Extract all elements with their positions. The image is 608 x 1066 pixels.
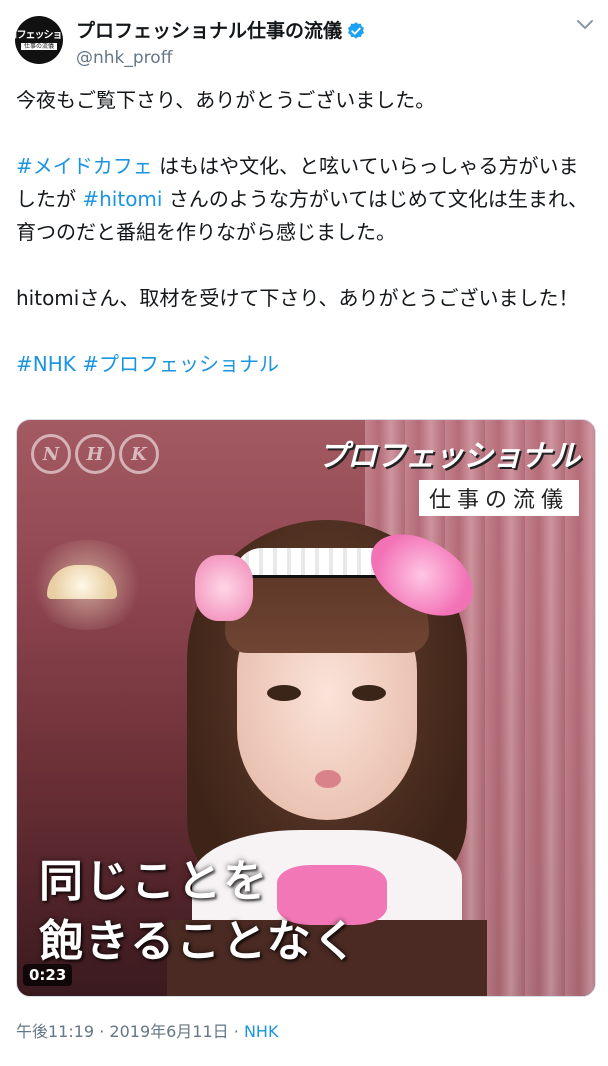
tweet-hashtags: #NHK #プロフェッショナル — [16, 348, 594, 381]
avatar-logo-bottom: 仕事の流儀 — [20, 43, 57, 50]
program-subtitle: 仕事の流儀 — [418, 480, 579, 516]
display-name[interactable]: プロフェッショナル仕事の流儀 — [76, 19, 342, 43]
meta-separator: · — [99, 1022, 105, 1041]
hashtag-professional[interactable]: #プロフェッショナル — [82, 352, 279, 376]
avatar[interactable]: プロフェッショナル 仕事の流儀 — [15, 16, 63, 64]
avatar-logo-top: プロフェッショナル — [15, 30, 63, 41]
tweet-paragraph-2: #メイドカフェ はもはや文化、と呟いていらっしゃる方がいましたが #hitomi… — [16, 150, 594, 249]
tweet-paragraph-1: 今夜もご覧下さり、ありがとうございました。 — [16, 88, 436, 112]
tweet-time[interactable]: 午後11:19 — [16, 1022, 94, 1041]
hashtag-nhk[interactable]: #NHK — [16, 352, 76, 376]
figure-eye — [352, 685, 386, 701]
nhk-logo: N H K — [31, 434, 159, 474]
figure-eye — [267, 685, 301, 701]
program-title: プロフェッショナル — [318, 439, 580, 474]
tweet-header: プロフェッショナル 仕事の流儀 プロフェッショナル仕事の流儀 @nhk_prof… — [0, 0, 608, 80]
user-handle[interactable]: @nhk_proff — [76, 47, 172, 69]
nhk-logo-letter: K — [119, 434, 159, 474]
video-player[interactable]: N H K プロフェッショナル 仕事の流儀 同じことを 飽きることなく 0:23 — [16, 419, 596, 997]
meta-separator: · — [233, 1022, 239, 1041]
tweet-metadata: 午後11:19 · 2019年6月11日 · NHK — [16, 1020, 278, 1044]
verified-badge-icon — [348, 22, 365, 39]
tweet-date[interactable]: 2019年6月11日 — [109, 1022, 228, 1041]
caption-line-1: 同じことを — [39, 856, 269, 907]
bunny-hair-clip — [195, 555, 253, 621]
tweet-source-link[interactable]: NHK — [244, 1022, 279, 1041]
figure-mouth — [315, 770, 341, 788]
nhk-logo-letter: N — [31, 434, 71, 474]
nhk-logo-letter: H — [75, 434, 115, 474]
video-caption: 同じことを 飽きることなく — [39, 852, 359, 972]
chevron-down-icon[interactable] — [576, 18, 594, 32]
program-title-overlay: プロフェッショナル 仕事の流儀 — [318, 438, 580, 516]
name-row: プロフェッショナル仕事の流儀 — [76, 19, 366, 43]
hashtag-maid-cafe[interactable]: #メイドカフェ — [16, 154, 153, 178]
caption-line-2: 飽きることなく — [39, 916, 359, 967]
tweet-paragraph-3: hitomiさん、取材を受けて下さり、ありがとうございました！ — [16, 286, 579, 310]
video-duration-badge: 0:23 — [23, 964, 73, 986]
hashtag-hitomi[interactable]: #hitomi — [82, 187, 162, 211]
tweet-text: 今夜もご覧下さり、ありがとうございました。 #メイドカフェ はもはや文化、と呟い… — [16, 84, 594, 381]
